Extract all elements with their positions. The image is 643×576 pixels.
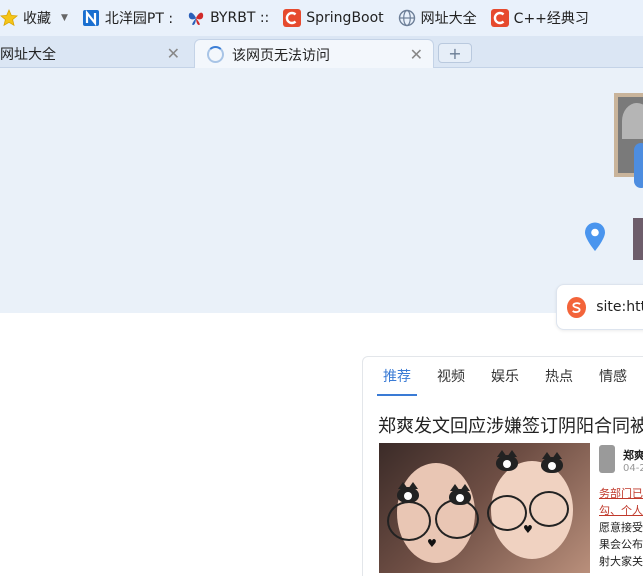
post-author: 郑爽 <box>623 449 643 462</box>
cat-sticker-icon <box>397 482 419 503</box>
post-line: 果会公布 <box>599 538 643 551</box>
bookmark-label: 收藏 <box>23 11 51 27</box>
loading-spinner-icon <box>207 46 224 63</box>
globe-icon <box>398 9 416 27</box>
post-line: 射大家关 <box>599 555 643 568</box>
heart-icon: ♥ <box>523 523 533 536</box>
bookmark-beiyangyuan[interactable]: 北洋园PT : <box>82 0 173 36</box>
heart-icon: ♥ <box>427 537 437 550</box>
tab-title: 网址大全 <box>0 46 56 63</box>
bookmark-byrbt[interactable]: BYRBT :: <box>187 0 269 36</box>
tab-title: 该网页无法访问 <box>232 47 330 64</box>
person-leg-illustration <box>633 218 643 260</box>
tab-recommend[interactable]: 推荐 <box>377 357 417 397</box>
bookmarks-bar: 收藏 ▼ 北洋园PT : BYRBT :: SpringBoot 网址大全 C+… <box>0 0 643 36</box>
chevron-down-icon[interactable]: ▼ <box>61 13 68 23</box>
star-icon <box>0 9 18 27</box>
bookmark-favorites[interactable]: 收藏 ▼ <box>0 0 68 36</box>
c-logo-icon <box>490 9 509 27</box>
post-line: 务部门已 <box>599 487 643 500</box>
tab-entertainment[interactable]: 娱乐 <box>485 357 525 397</box>
tab-emotion[interactable]: 情感 <box>593 357 633 397</box>
person-illustration <box>634 143 643 188</box>
sogou-logo-icon <box>567 296 587 318</box>
bookmark-cpp[interactable]: C++经典习 <box>490 0 589 36</box>
post-line: 愿意接受 <box>599 521 643 534</box>
news-feed-card: 推荐 视频 娱乐 热点 情感 历 郑爽发文回应涉嫌签订阴阳合同被 ♥ ♥ 郑爽 … <box>362 356 643 576</box>
bookmark-label: SpringBoot <box>306 10 384 26</box>
tab-hot[interactable]: 热点 <box>539 357 579 397</box>
cat-sticker-icon <box>541 452 563 473</box>
bookmark-label: 北洋园PT : <box>104 11 174 27</box>
search-input[interactable]: site:http <box>596 299 643 315</box>
bookmark-label: 网址大全 <box>420 11 477 27</box>
post-date: 04-2 <box>623 463 643 474</box>
news-photo[interactable]: ♥ ♥ <box>379 443 590 573</box>
avatar <box>599 445 615 473</box>
bookmark-label: C++经典习 <box>513 11 589 27</box>
bookmark-hao-daquan[interactable]: 网址大全 <box>398 0 477 36</box>
close-icon[interactable]: ✕ <box>167 44 180 63</box>
close-icon[interactable]: ✕ <box>410 45 423 64</box>
tab-video[interactable]: 视频 <box>431 357 471 397</box>
tab-active-error[interactable]: 该网页无法访问 ✕ <box>194 39 434 69</box>
hero-banner <box>0 68 643 313</box>
news-headline[interactable]: 郑爽发文回应涉嫌签订阴阳合同被 <box>378 412 643 438</box>
tab-strip: 网址大全 ✕ 该网页无法访问 ✕ + <box>0 36 643 69</box>
search-box[interactable]: site:http <box>556 284 643 330</box>
cat-sticker-icon <box>449 484 471 505</box>
location-pin-icon <box>585 222 605 251</box>
bookmark-label: BYRBT :: <box>210 10 270 26</box>
cat-sticker-icon <box>496 450 518 471</box>
browser-window: 收藏 ▼ 北洋园PT : BYRBT :: SpringBoot 网址大全 C+… <box>0 0 643 576</box>
tab-hao-daquan[interactable]: 网址大全 ✕ <box>0 39 190 68</box>
bookmark-springboot[interactable]: SpringBoot <box>283 0 384 36</box>
new-tab-button[interactable]: + <box>438 43 472 63</box>
n-logo-icon <box>82 9 100 27</box>
news-tabs: 推荐 视频 娱乐 热点 情感 历 <box>363 357 643 397</box>
post-line: 勾、个人 <box>599 504 643 517</box>
butterfly-icon <box>187 9 205 27</box>
c-logo-icon <box>283 9 302 27</box>
